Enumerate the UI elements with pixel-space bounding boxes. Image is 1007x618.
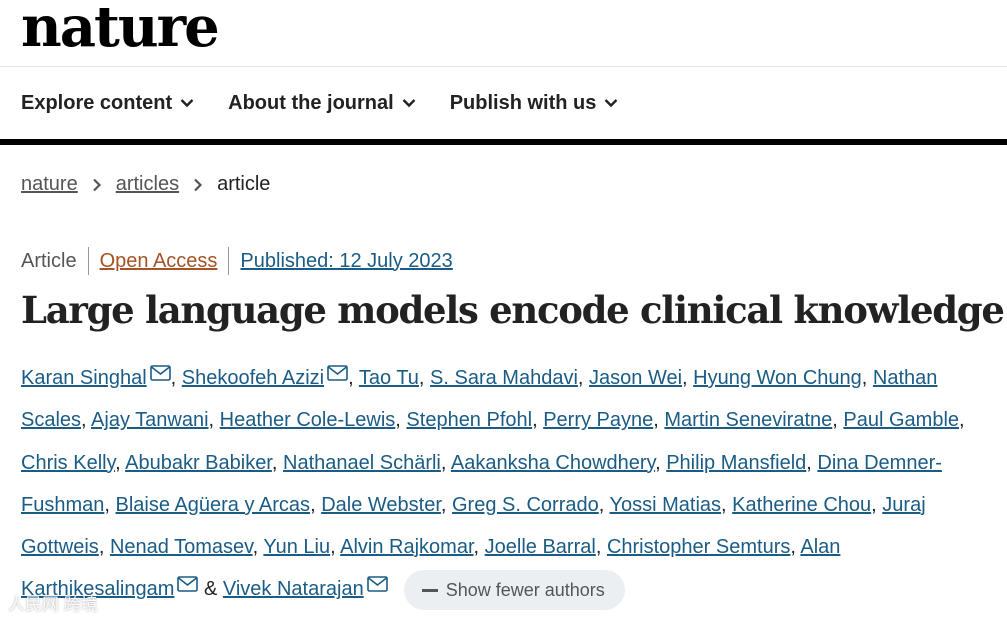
nature-logo[interactable]: nature (21, 0, 220, 60)
author-separator: , (252, 536, 264, 559)
author-separator: , (721, 493, 733, 516)
author-link[interactable]: Jason Wei (589, 367, 682, 389)
mail-icon[interactable] (149, 365, 171, 381)
author-separator: , (418, 367, 431, 389)
author-separator: , (208, 409, 220, 432)
author-separator: , (655, 451, 667, 474)
article-page: nature Explore content About the journal… (0, 0, 1007, 618)
nav-label: Explore content (21, 91, 173, 114)
author-link[interactable]: Shekoofeh Azizi (182, 367, 324, 389)
mail-icon[interactable] (327, 365, 348, 381)
logo-bar: nature (0, 0, 1007, 67)
author-link[interactable]: Yossi Matias (610, 494, 722, 516)
author-link[interactable]: Philip Mansfield (666, 452, 806, 474)
mail-icon[interactable] (366, 576, 388, 593)
chevron-down-icon (605, 99, 618, 108)
author-link[interactable]: Paul Gamble (843, 409, 959, 431)
article-type: Article (21, 249, 77, 272)
nav-label: About the journal (228, 91, 394, 114)
author-link[interactable]: Ajay Tanwani (91, 409, 208, 431)
author-link[interactable]: Yun Liu (263, 536, 330, 558)
author-link[interactable]: Greg S. Corrado (452, 494, 599, 516)
article-meta: Article Open Access Published: 12 July 2… (21, 247, 453, 275)
author-link[interactable]: Nathanael Schärli (283, 452, 441, 474)
author-separator: , (440, 493, 452, 516)
watermark: 人民网 跨境 (8, 595, 98, 614)
mail-icon[interactable] (177, 576, 199, 593)
author-separator: , (790, 536, 801, 559)
author-separator: , (170, 367, 182, 389)
author-link[interactable]: Nenad Tomasev (110, 536, 253, 558)
author-separator: , (395, 409, 407, 432)
author-separator: , (577, 367, 590, 389)
author-link[interactable]: Heather Cole-Lewis (220, 409, 396, 431)
author-link[interactable]: Vivek Natarajan (223, 578, 364, 600)
author-link[interactable]: Martin Seneviratne (664, 409, 832, 431)
author-link[interactable]: Abubakr Babiker (125, 452, 272, 474)
breadcrumb-current: article (217, 173, 271, 195)
meta-divider (87, 247, 89, 275)
author-link[interactable]: Dale Webster (321, 494, 441, 516)
author-separator: , (832, 409, 844, 432)
author-link[interactable]: Chris Kelly (21, 452, 115, 474)
author-separator: , (595, 536, 607, 559)
author-separator: , (871, 493, 883, 516)
toggle-label: Show fewer authors (445, 580, 605, 601)
author-separator: , (806, 451, 818, 474)
chevron-down-icon (402, 99, 416, 108)
author-link[interactable]: Aakanksha Chowdhery (451, 452, 655, 474)
author-link[interactable]: Perry Payne (543, 409, 653, 431)
chevron-right-icon (92, 178, 101, 191)
nav-label: Publish with us (449, 91, 597, 114)
author-link[interactable]: S. Sara Mahdavi (430, 367, 578, 389)
article-title: Large language models encode clinical kn… (21, 288, 1005, 332)
author-separator: , (330, 536, 341, 559)
author-separator: & (198, 578, 223, 601)
author-link[interactable]: Christopher Semturs (607, 536, 790, 558)
minus-icon (421, 588, 438, 592)
author-link[interactable]: Blaise Agüera y Arcas (116, 494, 311, 516)
chevron-right-icon (194, 178, 203, 191)
breadcrumb-nature[interactable]: nature (21, 173, 78, 196)
author-separator: , (81, 409, 92, 432)
author-separator: , (104, 493, 116, 516)
author-link[interactable]: Katherine Chou (732, 494, 871, 516)
author-separator: , (532, 409, 544, 432)
author-separator: , (310, 493, 322, 516)
author-separator: , (115, 451, 126, 474)
author-link[interactable]: Karan Singhal (21, 367, 147, 389)
nav-explore-content[interactable]: Explore content (21, 92, 194, 115)
nav-about-journal[interactable]: About the journal (228, 92, 416, 115)
author-separator: , (271, 451, 283, 474)
nav-publish-with-us[interactable]: Publish with us (450, 92, 619, 115)
author-separator: , (861, 367, 873, 389)
published-date-link[interactable]: Published: 12 July 2023 (240, 250, 452, 273)
author-link[interactable]: Joelle Barral (485, 536, 596, 558)
author-separator: , (98, 536, 110, 559)
main-nav: Explore content About the journal Publis… (0, 67, 1007, 145)
author-link[interactable]: Alvin Rajkomar (340, 536, 473, 558)
author-separator: , (440, 451, 451, 474)
author-list: Karan Singhal, Shekoofeh Azizi, Tao Tu, … (21, 357, 993, 611)
author-separator: , (653, 409, 665, 432)
author-link[interactable]: Tao Tu (359, 367, 419, 389)
meta-divider (228, 247, 230, 275)
breadcrumb: nature articles article (21, 173, 270, 196)
author-separator: , (682, 367, 694, 389)
breadcrumb-articles[interactable]: articles (116, 173, 179, 196)
author-link[interactable]: Hyung Won Chung (693, 367, 862, 389)
author-link[interactable]: Stephen Pfohl (406, 409, 532, 431)
open-access-link[interactable]: Open Access (100, 250, 218, 273)
author-separator: , (959, 409, 965, 432)
chevron-down-icon (180, 99, 194, 108)
author-separator: , (473, 536, 485, 559)
author-separator: , (348, 367, 359, 389)
show-fewer-authors-button[interactable]: Show fewer authors (403, 570, 625, 611)
author-separator: , (598, 493, 610, 516)
